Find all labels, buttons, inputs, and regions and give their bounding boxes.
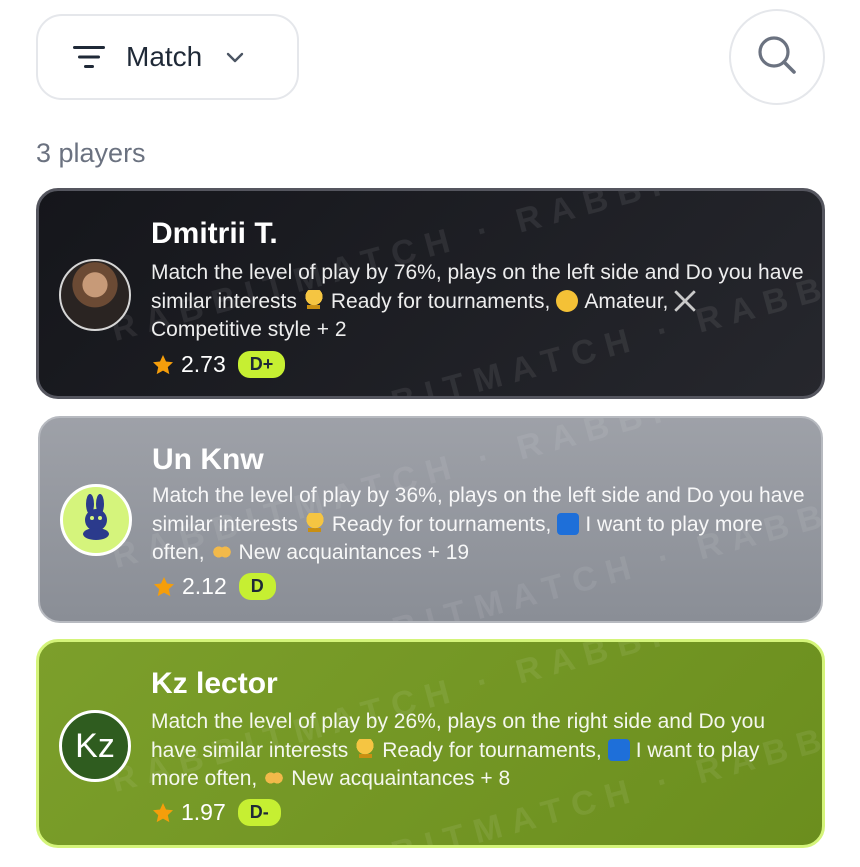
trophy-icon [302, 289, 325, 312]
grade-badge: D- [237, 799, 281, 826]
repeat-icon [557, 512, 580, 535]
star-icon [152, 575, 176, 599]
smile-icon [556, 289, 579, 312]
filter-label: Match [126, 41, 203, 72]
search-button[interactable] [729, 9, 825, 105]
player-description: Match the level of play by 36%, plays on… [152, 484, 805, 564]
trophy-icon [354, 738, 377, 761]
search-icon [755, 33, 799, 82]
repeat-icon [607, 738, 630, 761]
filter-icon [72, 44, 106, 70]
raised-hands-icon [210, 541, 233, 563]
player-description: Match the level of play by 26%, plays on… [151, 710, 766, 790]
player-name: Un Knw [152, 443, 264, 476]
player-name: Dmitrii T. [151, 217, 278, 250]
players-count: 3 players [36, 138, 146, 168]
avatar [59, 259, 131, 331]
grade-badge: D [238, 573, 276, 600]
rating-value: 2.73 [181, 351, 226, 377]
rabbit-logo-icon [70, 492, 122, 549]
star-icon [151, 353, 175, 377]
player-meta: 2.12 D [152, 573, 276, 600]
match-filter-button[interactable]: Match [36, 14, 299, 100]
crossed-swords-icon [674, 289, 697, 312]
avatar [60, 484, 132, 556]
raised-hands-icon [263, 767, 286, 789]
star-icon [151, 801, 175, 825]
chevron-down-icon [224, 46, 246, 68]
player-meta: 2.73 D+ [151, 351, 286, 378]
avatar-initials: Kz [75, 726, 115, 765]
player-meta: 1.97 D- [151, 799, 281, 826]
player-name: Kz lector [151, 667, 278, 700]
rating-value: 2.12 [182, 573, 227, 599]
player-description: Match the level of play by 76%, plays on… [151, 261, 804, 341]
player-card[interactable]: RABBITMATCH · RABBITMATCH RABBITMATCH · … [38, 416, 823, 623]
player-card[interactable]: RABBITMATCH · RABBITMATCH RABBITMATCH · … [36, 639, 825, 848]
trophy-icon [303, 512, 326, 535]
player-card[interactable]: RABBITMATCH · RABBITMATCH RABBITMATCH · … [36, 188, 825, 399]
rating-value: 1.97 [181, 799, 226, 825]
grade-badge: D+ [237, 351, 286, 378]
avatar: Kz [59, 710, 131, 782]
